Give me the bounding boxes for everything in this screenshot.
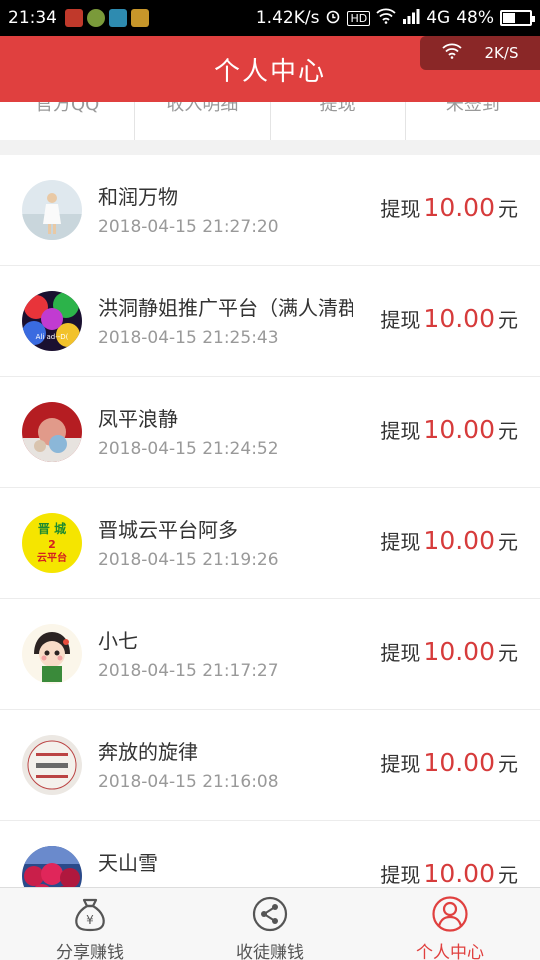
withdraw-label: 提现	[380, 641, 421, 665]
share-icon	[251, 896, 289, 936]
tab-official-qq[interactable]: 官方QQ	[0, 102, 136, 140]
list-item[interactable]: 晋 城 2 云平台 晋城云平台阿多 2018-04-15 21:19:26 提现 1…	[0, 488, 540, 599]
avatar-text: Ali ad--D(	[36, 333, 69, 341]
amount-value: 10.00	[423, 193, 495, 222]
record-time: 2018-04-15 21:24:52	[98, 439, 279, 459]
avatar-text: 云平台	[37, 551, 67, 564]
app-notification-icon	[87, 9, 105, 27]
withdraw-amount: 提现 10.00 元	[380, 304, 518, 333]
user-name: 洪洞静姐推广平台（满人清群	[98, 296, 353, 320]
amount-value: 10.00	[423, 859, 495, 888]
signal-icon	[402, 8, 420, 29]
user-name: 晋城云平台阿多	[98, 518, 238, 542]
status-time: 21:34	[8, 8, 57, 28]
nav-label: 收徒赚钱	[236, 943, 304, 960]
withdraw-amount: 提现 10.00 元	[380, 859, 518, 888]
avatar: Ali ad--D(	[22, 291, 82, 351]
withdraw-amount: 提现 10.00 元	[380, 526, 518, 555]
amount-value: 10.00	[423, 526, 495, 555]
status-bar: 21:34 1.42K/s HD 4G 48%	[0, 0, 540, 36]
wifi-icon	[441, 43, 462, 63]
amount-unit: 元	[498, 752, 518, 776]
battery-percent: 48%	[456, 8, 494, 28]
withdraw-label: 提现	[380, 530, 421, 554]
app-notification-icon	[109, 9, 127, 27]
list-item[interactable]: 凤平浪静 2018-04-15 21:24:52 提现 10.00 元	[0, 377, 540, 488]
amount-unit: 元	[498, 530, 518, 554]
user-icon	[431, 896, 469, 936]
speed-overlay[interactable]: 2K/S	[420, 36, 540, 70]
withdraw-label: 提现	[380, 863, 421, 887]
notification-icons	[65, 9, 149, 27]
bottom-nav: ¥ 分享赚钱 收徒赚钱 个人中心	[0, 887, 540, 960]
amount-unit: 元	[498, 641, 518, 665]
list-item[interactable]: Ali ad--D( 洪洞静姐推广平台（满人清群 2018-04-15 21:2…	[0, 266, 540, 377]
nav-label: 个人中心	[416, 943, 484, 960]
withdraw-label: 提现	[380, 419, 421, 443]
speed-overlay-value: 2K/S	[484, 44, 519, 62]
withdraw-label: 提现	[380, 197, 421, 221]
nav-recruit-earn[interactable]: 收徒赚钱	[180, 888, 360, 960]
hd-icon: HD	[347, 10, 371, 26]
app-notification-icon	[65, 9, 83, 27]
user-name: 小七	[98, 629, 138, 653]
withdraw-label: 提现	[380, 752, 421, 776]
nav-profile[interactable]: 个人中心	[360, 888, 540, 960]
money-bag-icon: ¥	[71, 896, 109, 936]
withdraw-amount: 提现 10.00 元	[380, 748, 518, 777]
battery-icon	[500, 10, 535, 26]
user-name: 奔放的旋律	[98, 740, 198, 764]
avatar-text: 2	[48, 538, 56, 551]
avatar	[22, 402, 82, 462]
amount-value: 10.00	[423, 304, 495, 333]
avatar: 晋 城 2 云平台	[22, 513, 82, 573]
record-time: 2018-04-15 21:27:20	[98, 217, 279, 237]
alarm-icon	[325, 8, 341, 29]
avatar	[22, 735, 82, 795]
page-title: 个人中心	[213, 56, 326, 87]
amount-unit: 元	[498, 197, 518, 221]
list-item[interactable]: 小七 2018-04-15 21:17:27 提现 10.00 元	[0, 599, 540, 710]
tab-not-signed[interactable]: 未签到	[406, 102, 540, 140]
user-name: 天山雪	[98, 851, 158, 875]
app-header: 个人中心 2K/S	[0, 36, 540, 102]
network-speed: 1.42K/s	[255, 8, 320, 28]
amount-unit: 元	[498, 419, 518, 443]
withdraw-amount: 提现 10.00 元	[380, 415, 518, 444]
avatar	[22, 180, 82, 240]
amount-value: 10.00	[423, 748, 495, 777]
amount-value: 10.00	[423, 415, 495, 444]
list-item[interactable]: 奔放的旋律 2018-04-15 21:16:08 提现 10.00 元	[0, 710, 540, 821]
list-item[interactable]: 和润万物 2018-04-15 21:27:20 提现 10.00 元	[0, 155, 540, 266]
app-notification-icon	[131, 9, 149, 27]
svg-text:¥: ¥	[86, 913, 94, 927]
network-type: 4G	[426, 8, 451, 28]
record-time: 2018-04-15 21:17:27	[98, 661, 279, 681]
amount-unit: 元	[498, 863, 518, 887]
menu-tabs: 官方QQ 收入明细 提现 未签到	[0, 102, 540, 140]
avatar	[22, 624, 82, 684]
withdraw-records-list: 和润万物 2018-04-15 21:27:20 提现 10.00 元 Ali …	[0, 155, 540, 932]
record-time: 2018-04-15 21:25:43	[98, 328, 279, 348]
nav-share-earn[interactable]: ¥ 分享赚钱	[0, 888, 180, 960]
withdraw-label: 提现	[380, 308, 421, 332]
record-time: 2018-04-15 21:16:08	[98, 772, 279, 792]
user-name: 凤平浪静	[98, 407, 178, 431]
record-time: 2018-04-15 21:19:26	[98, 550, 279, 570]
tab-withdraw[interactable]: 提现	[271, 102, 406, 140]
user-name: 和润万物	[98, 185, 178, 209]
withdraw-amount: 提现 10.00 元	[380, 193, 518, 222]
tab-income-details[interactable]: 收入明细	[135, 102, 271, 140]
amount-value: 10.00	[423, 637, 495, 666]
amount-unit: 元	[498, 308, 518, 332]
withdraw-amount: 提现 10.00 元	[380, 637, 518, 666]
nav-label: 分享赚钱	[56, 943, 124, 960]
avatar-text: 晋 城	[38, 521, 66, 536]
wifi-icon	[376, 8, 396, 29]
